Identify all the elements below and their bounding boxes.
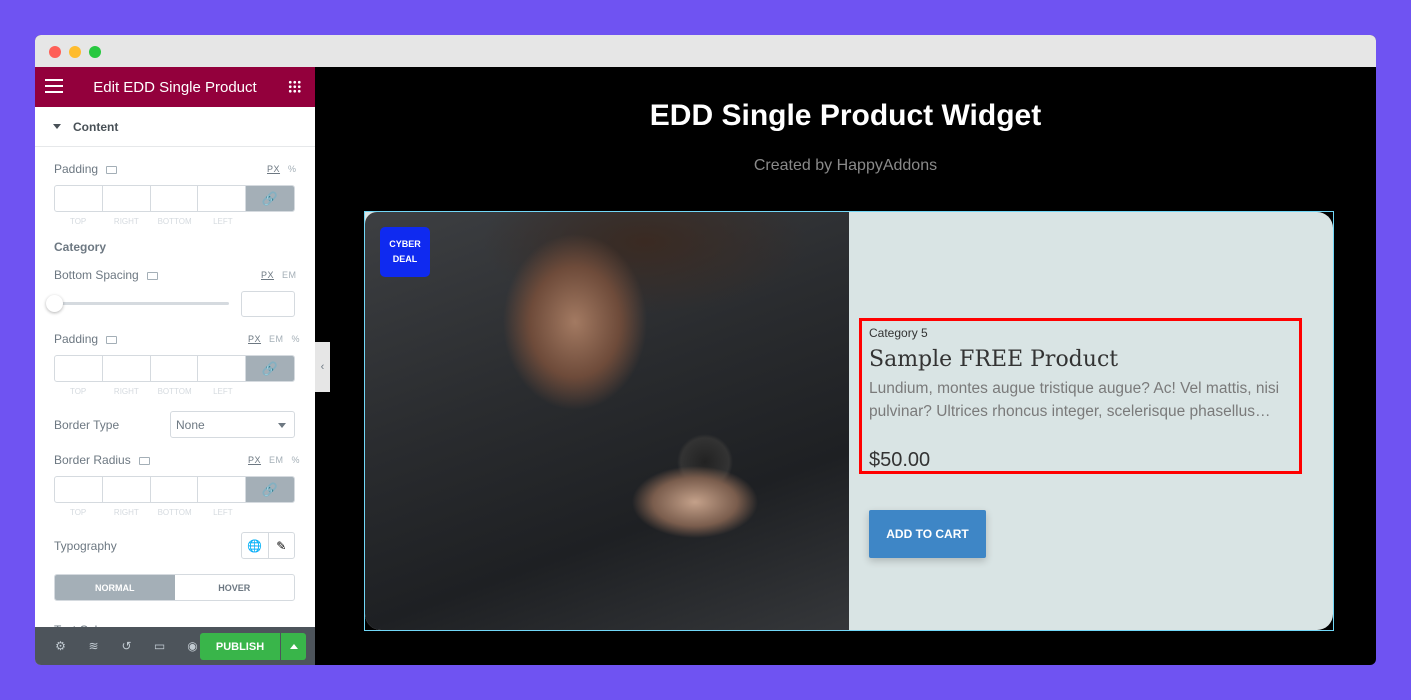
bottom-spacing-slider[interactable] — [54, 302, 229, 305]
unit-switcher[interactable]: PX EM% — [240, 455, 300, 465]
bottom-spacing-label: Bottom Spacing — [54, 268, 158, 282]
desktop-icon[interactable] — [138, 456, 150, 465]
right-input[interactable] — [103, 186, 151, 211]
sidebar-title: Edit EDD Single Product — [93, 78, 257, 96]
unit-switcher[interactable]: PX EM% — [240, 334, 300, 344]
border-radius-label: Border Radius — [54, 453, 150, 467]
tab-hover[interactable]: HOVER — [175, 575, 295, 600]
category-heading: Category — [54, 240, 107, 254]
sidebar-footer: ⚙ ≋ ↺ ▭ ◉ PUBLISH — [35, 627, 315, 665]
dimension-labels: TOP RIGHT BOTTOM LEFT — [69, 387, 233, 396]
desktop-icon[interactable] — [106, 335, 118, 344]
bottom-input[interactable] — [151, 356, 199, 381]
border-type-label: Border Type — [54, 418, 120, 432]
padding-dimensions-input[interactable]: 🔗 — [54, 355, 295, 382]
left-input[interactable] — [198, 477, 246, 502]
product-image — [365, 212, 849, 630]
product-name[interactable]: Sample FREE Product — [869, 347, 1118, 372]
hamburger-menu-icon[interactable] — [45, 79, 63, 93]
desktop-icon[interactable] — [146, 271, 158, 280]
typography-controls: 🌐 ✎ — [241, 532, 295, 559]
page-subtitle: Created by HappyAddons — [753, 157, 938, 174]
product-category[interactable]: Category 5 — [869, 326, 928, 340]
bottom-spacing-input[interactable] — [241, 291, 295, 317]
padding-label: Padding — [54, 332, 118, 346]
top-input[interactable] — [55, 186, 103, 211]
gear-icon[interactable]: ⚙ — [44, 639, 77, 653]
padding-dimensions-input[interactable]: 🔗 — [54, 185, 295, 212]
slider-handle[interactable] — [46, 295, 63, 312]
publish-button[interactable]: PUBLISH — [200, 633, 280, 660]
close-window-button[interactable] — [49, 46, 61, 58]
cyber-deal-badge: CYBER DEAL — [380, 227, 430, 277]
history-icon[interactable]: ↺ — [110, 639, 143, 653]
left-input[interactable] — [198, 356, 246, 381]
padding-label: Padding — [54, 162, 118, 176]
right-input[interactable] — [103, 477, 151, 502]
browser-window: Edit EDD Single Product Content Padding … — [35, 35, 1376, 665]
page-title: EDD Single Product Widget — [649, 99, 1042, 132]
layers-icon[interactable]: ≋ — [77, 639, 110, 653]
tab-normal[interactable]: NORMAL — [55, 575, 175, 600]
globe-icon[interactable]: 🌐 — [242, 533, 269, 558]
border-type-select[interactable]: None — [170, 411, 295, 438]
top-input[interactable] — [55, 356, 103, 381]
content-section-toggle[interactable]: Content — [35, 107, 315, 147]
product-description: Lundium, montes augue tristique augue? A… — [869, 380, 1280, 420]
right-input[interactable] — [103, 356, 151, 381]
editor-sidebar: Edit EDD Single Product Content Padding … — [35, 67, 315, 665]
title-bar — [35, 35, 1376, 67]
typography-label: Typography — [54, 539, 117, 553]
bottom-input[interactable] — [151, 186, 199, 211]
link-values-icon[interactable]: 🔗 — [246, 356, 294, 381]
unit-switcher[interactable]: PX EM — [253, 270, 297, 280]
desktop-icon[interactable] — [106, 165, 118, 174]
top-input[interactable] — [55, 477, 103, 502]
bottom-input[interactable] — [151, 477, 199, 502]
caret-down-icon — [53, 124, 61, 129]
responsive-icon[interactable]: ▭ — [143, 639, 176, 653]
link-values-icon[interactable]: 🔗 — [246, 186, 294, 211]
product-price: $50.00 — [869, 449, 931, 471]
sidebar-header: Edit EDD Single Product — [35, 67, 315, 107]
unit-switcher[interactable]: PX% — [259, 164, 297, 174]
state-tabs: NORMAL HOVER — [54, 574, 295, 601]
dimension-labels: TOP RIGHT BOTTOM LEFT — [69, 217, 233, 226]
maximize-window-button[interactable] — [89, 46, 101, 58]
border-radius-dimensions-input[interactable]: 🔗 — [54, 476, 295, 503]
link-values-icon[interactable]: 🔗 — [246, 477, 294, 502]
dimension-labels: TOP RIGHT BOTTOM LEFT — [69, 508, 233, 517]
left-input[interactable] — [198, 186, 246, 211]
publish-options-button[interactable] — [281, 633, 306, 660]
widgets-grid-icon[interactable] — [288, 80, 301, 93]
pencil-edit-icon[interactable]: ✎ — [269, 533, 295, 558]
add-to-cart-button[interactable]: ADD TO CART — [869, 510, 986, 558]
section-title: Content — [73, 119, 119, 134]
collapse-sidebar-button[interactable]: ‹ — [315, 342, 330, 392]
product-card: CYBER DEAL Category 5 Sample FREE Product… — [365, 212, 1333, 630]
minimize-window-button[interactable] — [69, 46, 81, 58]
